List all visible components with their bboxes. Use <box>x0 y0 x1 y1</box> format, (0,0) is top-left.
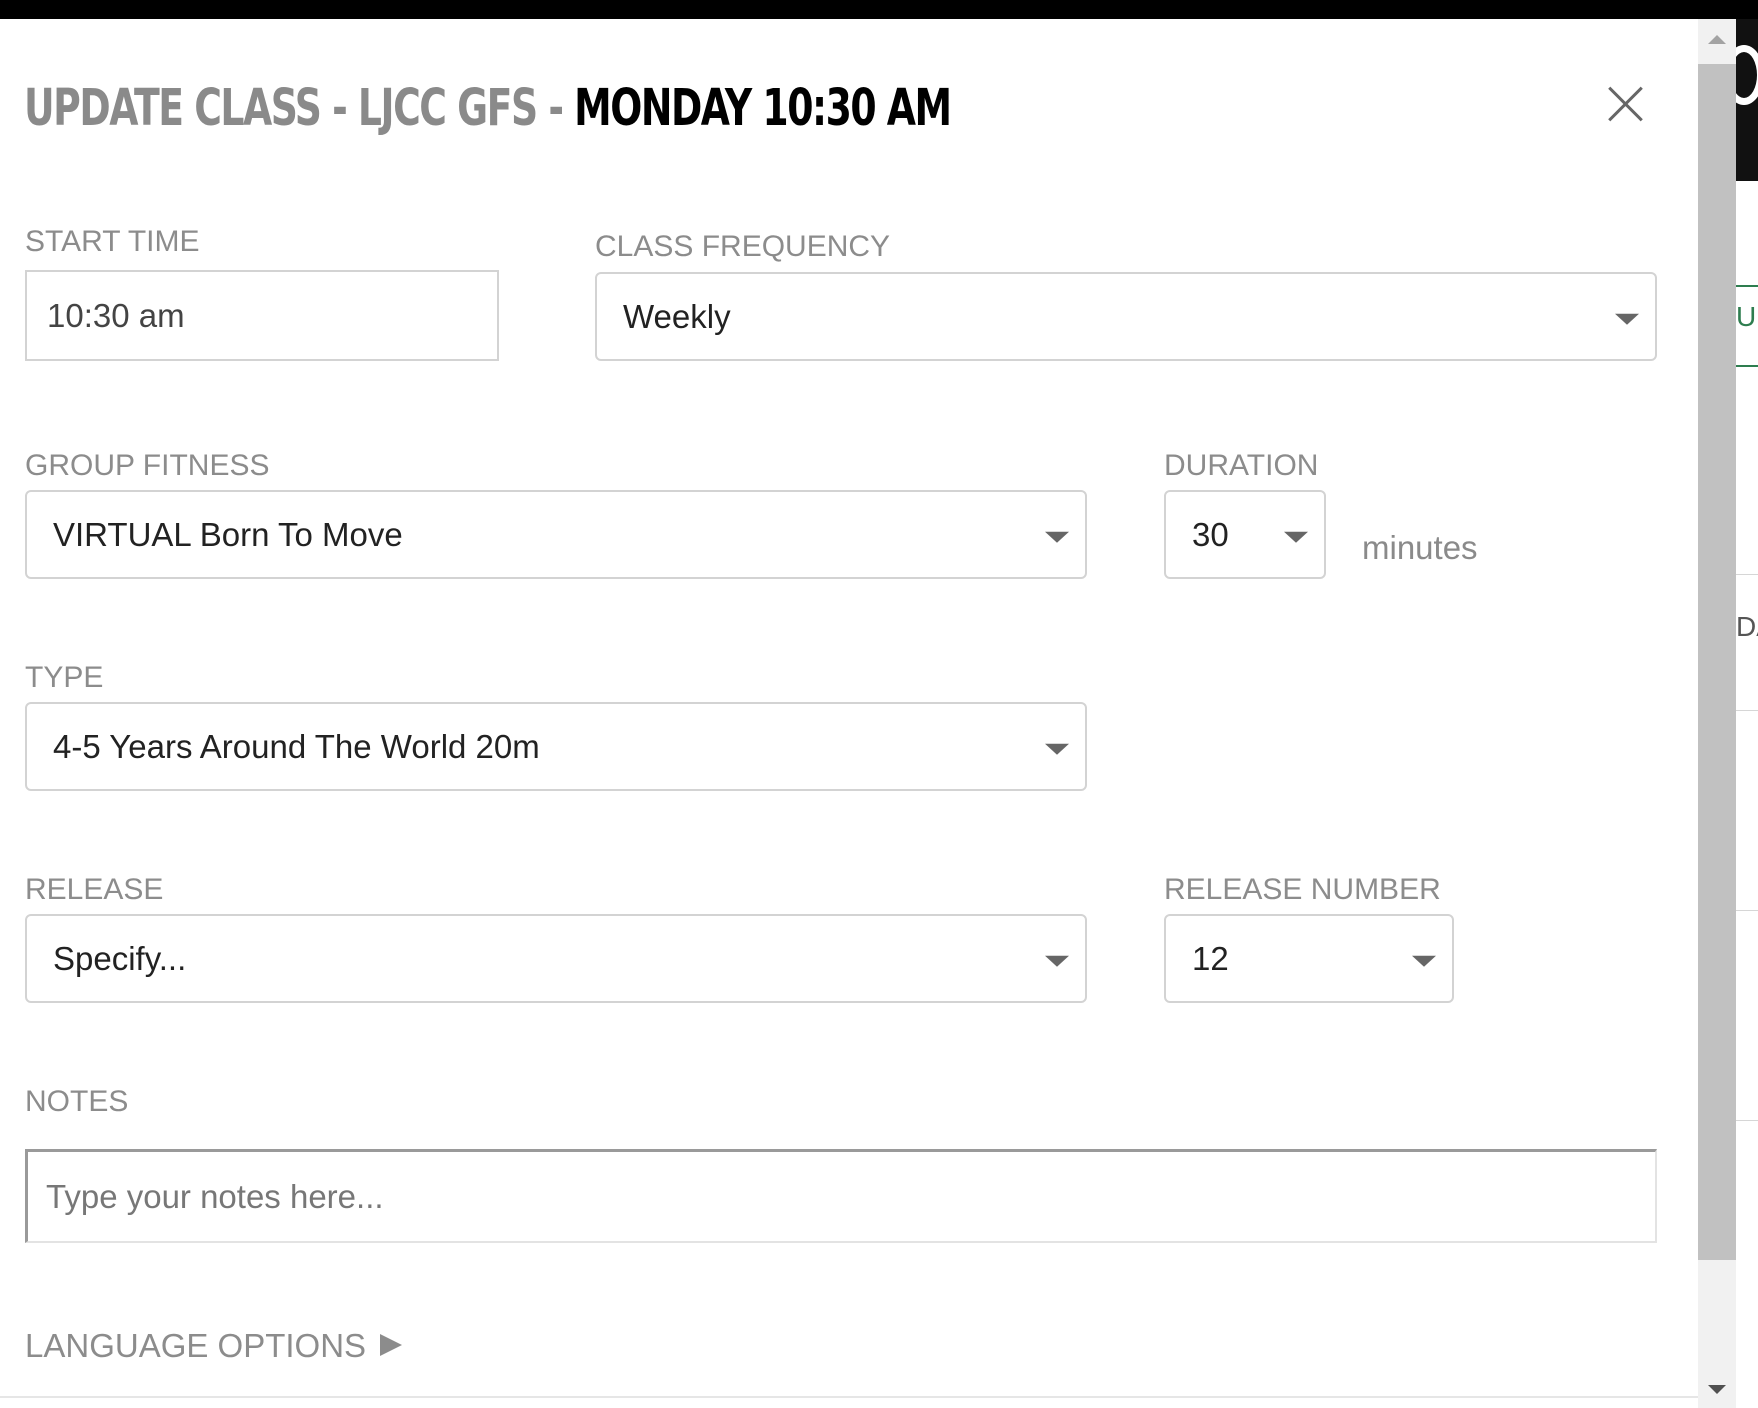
duration-value: 30 <box>1192 515 1229 553</box>
close-icon[interactable] <box>1600 79 1650 129</box>
start-time-input[interactable]: 10:30 am <box>25 270 499 361</box>
release-select[interactable]: Specify... <box>25 914 1087 1003</box>
release-number-select[interactable]: 12 <box>1164 914 1454 1003</box>
type-select[interactable]: 4-5 Years Around The World 20m <box>25 702 1087 791</box>
language-options-toggle[interactable]: LANGUAGE OPTIONS <box>25 1327 403 1365</box>
scrollbar-thumb[interactable] <box>1698 64 1736 1260</box>
class-frequency-value: Weekly <box>623 297 731 335</box>
browser-top-bar <box>0 0 1758 19</box>
notes-textarea[interactable]: Type your notes here... <box>25 1149 1657 1243</box>
class-frequency-select[interactable]: Weekly <box>595 272 1657 361</box>
duration-select[interactable]: 30 <box>1164 490 1326 579</box>
dialog-title-prefix: UPDATE CLASS - LJCC GFS - <box>24 79 575 138</box>
chevron-down-icon <box>1045 955 1069 967</box>
language-options-label: LANGUAGE OPTIONS <box>25 1327 367 1364</box>
scrollbar[interactable] <box>1698 19 1736 1408</box>
class-frequency-label: CLASS FREQUENCY <box>595 230 891 263</box>
triangle-right-icon <box>380 1334 403 1357</box>
chevron-down-icon <box>1615 313 1639 325</box>
chevron-down-icon <box>1045 531 1069 543</box>
group-fitness-label: GROUP FITNESS <box>25 449 270 482</box>
divider <box>0 1396 1698 1398</box>
group-fitness-select[interactable]: VIRTUAL Born To Move <box>25 490 1087 579</box>
duration-label: DURATION <box>1164 449 1319 482</box>
dialog-title-emphasis: MONDAY 10:30 AM <box>574 79 952 138</box>
dialog-title: UPDATE CLASS - LJCC GFS - MONDAY 10:30 A… <box>24 69 952 149</box>
release-number-value: 12 <box>1192 939 1229 977</box>
scroll-down-arrow-icon[interactable] <box>1708 1385 1726 1394</box>
update-class-dialog: UPDATE CLASS - LJCC GFS - MONDAY 10:30 A… <box>0 19 1698 1408</box>
start-time-value: 10:30 am <box>47 296 185 334</box>
release-number-label: RELEASE NUMBER <box>1164 873 1441 906</box>
chevron-down-icon <box>1284 531 1308 543</box>
notes-placeholder: Type your notes here... <box>46 1177 384 1215</box>
release-label: RELEASE <box>25 873 164 906</box>
group-fitness-value: VIRTUAL Born To Move <box>53 515 403 553</box>
chevron-down-icon <box>1412 955 1436 967</box>
release-value: Specify... <box>53 939 187 977</box>
background-page: UF DA <box>1736 19 1758 1408</box>
chevron-down-icon <box>1045 743 1069 755</box>
type-value: 4-5 Years Around The World 20m <box>53 727 540 765</box>
background-header <box>1736 19 1758 181</box>
notes-label: NOTES <box>25 1085 129 1118</box>
type-label: TYPE <box>25 661 104 694</box>
start-time-label: START TIME <box>25 225 200 258</box>
scroll-up-arrow-icon[interactable] <box>1708 35 1726 44</box>
duration-unit-label: minutes <box>1362 529 1478 566</box>
